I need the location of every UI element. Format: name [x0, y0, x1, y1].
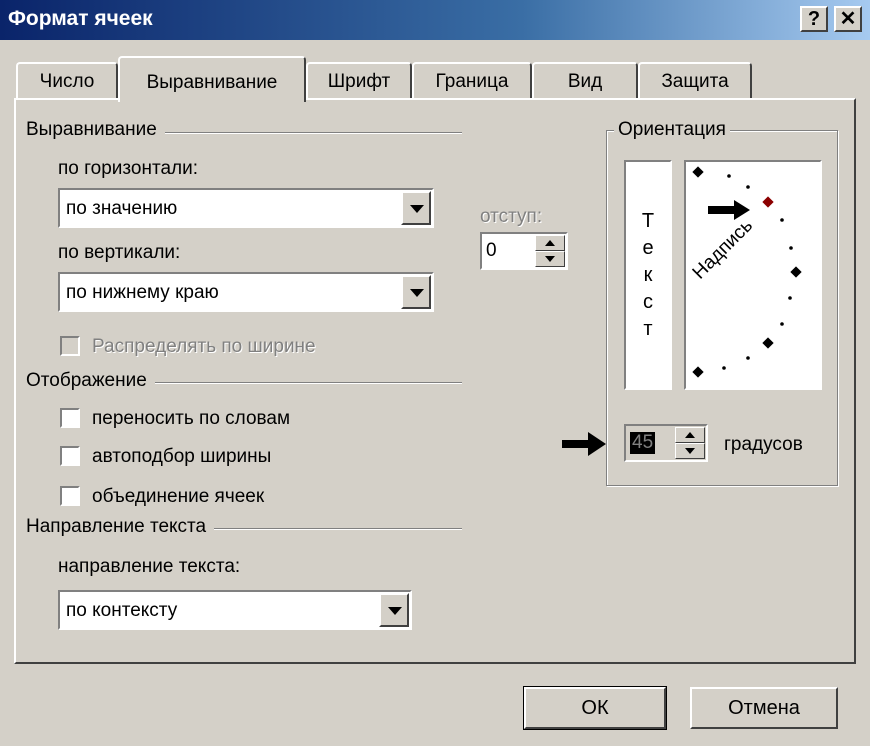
indent-up-button[interactable] [535, 235, 565, 251]
chevron-down-icon [410, 289, 424, 297]
vertical-select-value: по нижнему краю [66, 282, 219, 303]
indent-value: 0 [486, 240, 497, 261]
vertical-select[interactable]: по нижнему краю [58, 272, 434, 312]
shrink-to-fit-label: автоподбор ширины [92, 446, 272, 467]
orientation-group-title: Ориентация [614, 119, 730, 141]
close-button[interactable]: ✕ [834, 6, 862, 32]
help-button[interactable]: ? [800, 6, 828, 32]
vertical-text-letter: к [643, 264, 653, 286]
window-title: Формат ячеек [8, 7, 153, 30]
indent-down-button[interactable] [535, 251, 565, 267]
horizontal-dropdown-button[interactable] [401, 191, 431, 225]
vertical-text-letter: е [642, 237, 654, 259]
alignment-panel: Выравнивание по горизонтали: по значению… [14, 98, 856, 664]
direction-dropdown-button[interactable] [379, 593, 409, 627]
arrow-down-icon [685, 448, 695, 454]
rotated-text-sample: Надпись [689, 215, 757, 283]
chevron-down-icon [388, 607, 402, 615]
angle-down-button[interactable] [675, 443, 705, 459]
vertical-text-letter: Т [641, 210, 655, 232]
tab-font[interactable]: Шрифт [306, 62, 412, 98]
vertical-text-letter: с [643, 291, 653, 313]
wrap-text-checkbox[interactable] [60, 408, 80, 428]
tab-protection[interactable]: Защита [638, 62, 752, 98]
shrink-to-fit-checkbox[interactable] [60, 446, 80, 466]
degrees-label: градусов [724, 434, 803, 455]
orientation-dial-graphic: Надпись [689, 166, 802, 378]
display-group-title: Отображение [26, 370, 155, 392]
direction-group-title: Направление текста [26, 516, 215, 538]
direction-select-value: по контексту [66, 600, 178, 621]
distribute-checkbox[interactable] [60, 336, 80, 356]
vertical-text-letter: т [643, 318, 653, 340]
ok-button[interactable]: ОК [523, 686, 667, 730]
cancel-button[interactable]: Отмена [690, 687, 838, 729]
vertical-text-box[interactable]: Т е к с т [624, 160, 672, 390]
wrap-text-label: переносить по словам [92, 408, 291, 429]
tab-alignment[interactable]: Выравнивание [118, 56, 306, 102]
indent-label: отступ: [480, 206, 543, 227]
indent-spinner[interactable]: 0 [480, 232, 568, 270]
alignment-group-title: Выравнивание [26, 119, 165, 141]
arrow-up-icon [545, 240, 555, 246]
arrow-down-icon [545, 256, 555, 262]
tab-border[interactable]: Граница [412, 62, 532, 98]
vertical-dropdown-button[interactable] [401, 275, 431, 309]
horizontal-select[interactable]: по значению [58, 188, 434, 228]
horizontal-label: по горизонтали: [58, 158, 198, 179]
tab-number[interactable]: Число [16, 62, 118, 98]
direction-select[interactable]: по контексту [58, 590, 412, 630]
merge-cells-label: объединение ячеек [92, 486, 265, 507]
direction-label: направление текста: [58, 556, 241, 577]
title-bar: Формат ячеек ? ✕ [0, 0, 870, 40]
angle-up-button[interactable] [675, 427, 705, 443]
vertical-label: по вертикали: [58, 242, 181, 263]
arrow-right-icon [562, 432, 606, 456]
merge-cells-checkbox[interactable] [60, 486, 80, 506]
tab-view[interactable]: Вид [532, 62, 638, 98]
orientation-dial[interactable]: Надпись [684, 160, 822, 390]
angle-value: 45 [630, 432, 656, 454]
chevron-down-icon [410, 205, 424, 213]
distribute-label: Распределять по ширине [92, 336, 316, 357]
arrow-up-icon [685, 432, 695, 438]
horizontal-select-value: по значению [66, 198, 178, 219]
angle-spinner[interactable]: 45 [624, 424, 708, 462]
